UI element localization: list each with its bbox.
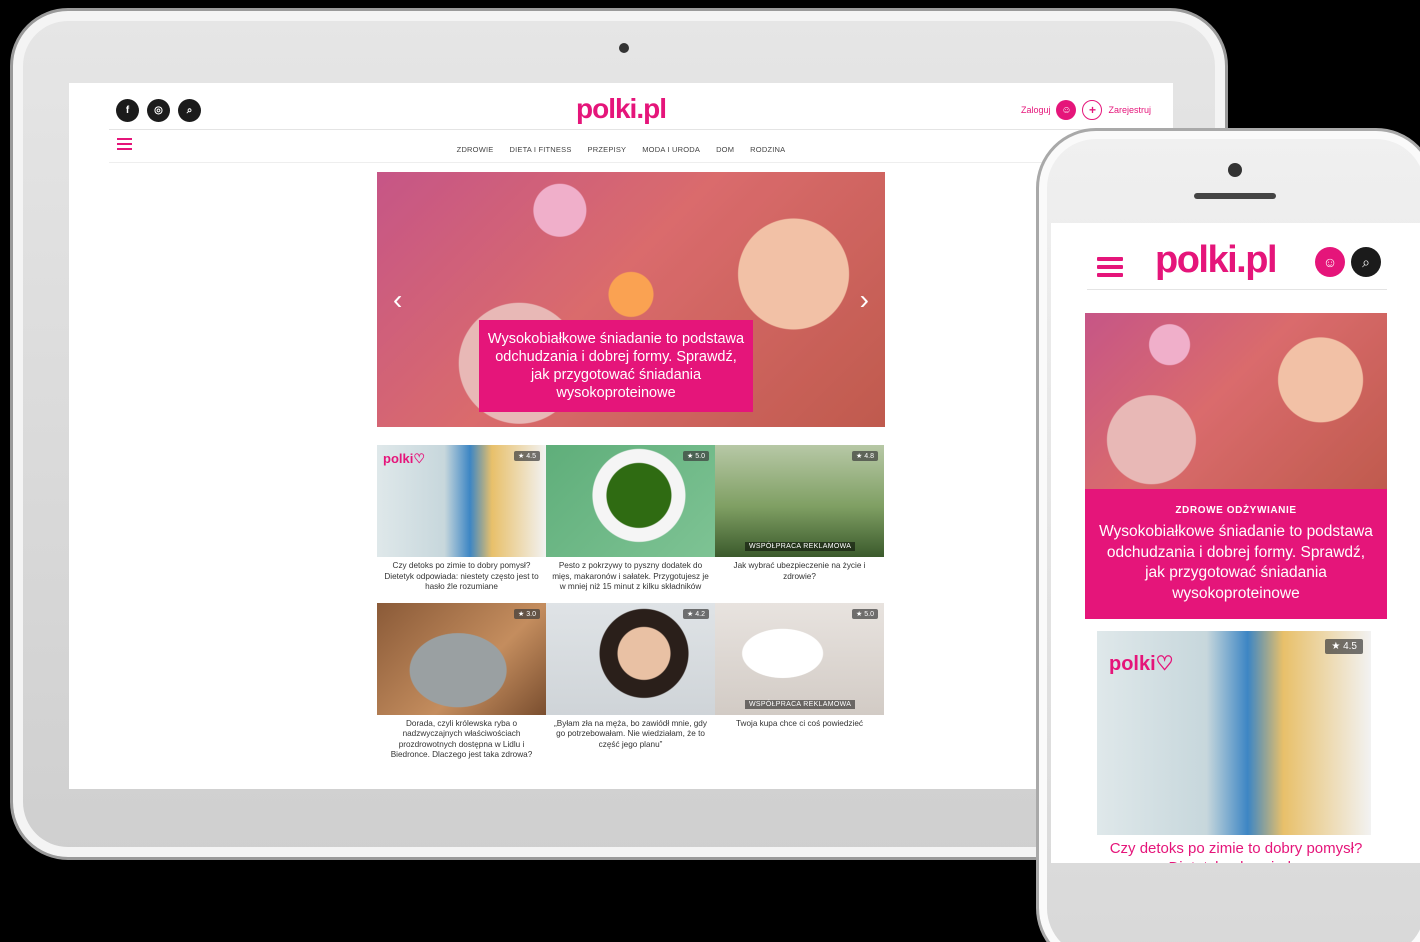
tablet-screen: f ◎ ⌕ polki.pl Zaloguj ☺ + Zarejestruj Z… xyxy=(69,83,1173,789)
rating-badge: ★ 5.0 xyxy=(683,451,709,461)
nav-item-dieta[interactable]: DIETA I FITNESS xyxy=(509,145,571,154)
rating-badge: ★ 4.2 xyxy=(683,608,709,619)
chevron-left-icon[interactable]: ‹ xyxy=(393,284,402,316)
nav-item-moda[interactable]: MODA I URODA xyxy=(642,145,700,154)
search-icon[interactable]: ⌕ xyxy=(1351,247,1381,277)
menu-icon[interactable] xyxy=(1097,253,1123,281)
polki-zdrowie-logo: polki♡ xyxy=(383,451,425,466)
nav-item-dom[interactable]: DOM xyxy=(716,145,734,154)
article-card[interactable]: ★ 4.8 WSPÓŁPRACA REKLAMOWA Jak wybrać ub… xyxy=(715,445,884,593)
chevron-right-icon[interactable]: › xyxy=(860,284,869,316)
user-icon[interactable]: ☺ xyxy=(1315,247,1345,277)
article-grid: polki♡ ★ 4.5 Czy detoks po zimie to dobr… xyxy=(377,445,885,761)
article-title[interactable]: Jak wybrać ubezpieczenie na życie i zdro… xyxy=(715,557,884,582)
phone-camera xyxy=(1228,163,1242,177)
plus-icon[interactable]: + xyxy=(1082,100,1103,120)
article-title[interactable]: Czy detoks po zimie to dobry pomysł? Die… xyxy=(1091,839,1381,863)
sponsored-badge: WSPÓŁPRACA REKLAMOWA xyxy=(745,542,856,551)
site-logo[interactable]: polki.pl xyxy=(69,93,1173,125)
main-nav: ZDROWIE DIETA I FITNESS PRZEPISY MODA I … xyxy=(69,145,1173,154)
category-label[interactable]: ZDROWE ODŻYWIANIE xyxy=(1085,489,1387,516)
header-divider xyxy=(109,129,1149,130)
rating-badge: ★ 3.0 xyxy=(514,608,540,619)
header-divider xyxy=(1087,289,1387,290)
article-title[interactable]: Twoja kupa chce ci coś powiedzieć xyxy=(715,715,884,730)
login-link[interactable]: Zaloguj xyxy=(1021,105,1051,115)
register-link[interactable]: Zarejestruj xyxy=(1108,105,1151,115)
article-image: ★ 3.0 xyxy=(377,602,546,715)
hero-title[interactable]: Wysokobiałkowe śniadanie to podstawa odc… xyxy=(1085,516,1387,604)
hero-slider[interactable]: ‹ › Wysokobiałkowe śniadanie to podstawa… xyxy=(377,172,885,427)
tablet-camera xyxy=(619,43,629,53)
nav-item-przepisy[interactable]: PRZEPISY xyxy=(588,145,627,154)
article-card[interactable]: polki♡ ★ 4.5 Czy detoks po zimie to dobr… xyxy=(377,445,546,593)
rating-badge: ★ 4.5 xyxy=(514,451,540,461)
article-title[interactable]: Czy detoks po zimie to dobry pomysł? Die… xyxy=(377,557,546,593)
hero-caption[interactable]: Wysokobiałkowe śniadanie to podstawa odc… xyxy=(479,320,753,412)
nav-item-rodzina[interactable]: RODZINA xyxy=(750,145,785,154)
article-image[interactable]: polki♡ ★ 4.5 xyxy=(1097,631,1371,835)
article-image: polki♡ ★ 4.5 xyxy=(377,445,546,557)
rating-badge: ★ 5.0 xyxy=(852,608,878,619)
rating-badge: ★ 4.8 xyxy=(852,451,878,461)
site-logo[interactable]: polki.pl xyxy=(1155,239,1278,282)
phone-speaker xyxy=(1194,193,1276,199)
article-title[interactable]: Pesto z pokrzywy to pyszny dodatek do mi… xyxy=(546,557,715,593)
hero-image[interactable] xyxy=(1085,313,1387,489)
article-image: ★ 4.2 xyxy=(546,602,715,715)
article-card[interactable]: ★ 3.0 Dorada, czyli królewska ryba o nad… xyxy=(377,602,546,761)
rating-badge: ★ 4.5 xyxy=(1325,639,1363,654)
article-title[interactable]: „Byłam zła na męża, bo zawiódł mnie, gdy… xyxy=(546,715,715,751)
hero-caption-box[interactable]: ZDROWE ODŻYWIANIE Wysokobiałkowe śniadan… xyxy=(1085,489,1387,619)
article-image: ★ 5.0 WSPÓŁPRACA REKLAMOWA xyxy=(715,602,884,715)
sponsored-badge: WSPÓŁPRACA REKLAMOWA xyxy=(745,699,856,709)
article-image: ★ 5.0 xyxy=(546,445,715,557)
polki-zdrowie-logo: polki♡ xyxy=(1109,653,1174,675)
phone-device: polki.pl ☺ ⌕ ZDROWE ODŻYWIANIE Wysokobia… xyxy=(1036,128,1420,942)
article-card[interactable]: ★ 5.0 Pesto z pokrzywy to pyszny dodatek… xyxy=(546,445,715,593)
article-title[interactable]: Dorada, czyli królewska ryba o nadzwycza… xyxy=(377,715,546,761)
article-card[interactable]: ★ 5.0 WSPÓŁPRACA REKLAMOWA Twoja kupa ch… xyxy=(715,602,884,761)
article-card[interactable]: ★ 4.2 „Byłam zła na męża, bo zawiódł mni… xyxy=(546,602,715,761)
nav-divider xyxy=(109,162,1149,163)
article-image: ★ 4.8 WSPÓŁPRACA REKLAMOWA xyxy=(715,445,884,557)
nav-item-zdrowie[interactable]: ZDROWIE xyxy=(457,145,494,154)
account-area: Zaloguj ☺ + Zarejestruj xyxy=(1021,100,1151,120)
user-icon[interactable]: ☺ xyxy=(1056,100,1077,120)
phone-screen: polki.pl ☺ ⌕ ZDROWE ODŻYWIANIE Wysokobia… xyxy=(1051,223,1420,863)
